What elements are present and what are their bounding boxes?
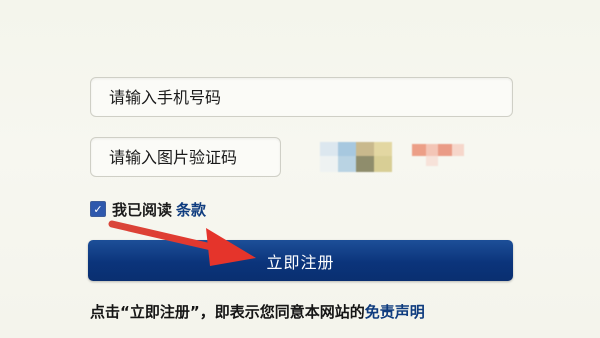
- agree-checkbox[interactable]: ✓: [90, 201, 106, 217]
- captcha-tile: [412, 144, 426, 156]
- register-button-label: 立即注册: [266, 252, 335, 272]
- captcha-tile: [320, 156, 338, 172]
- captcha-tile: [356, 142, 374, 156]
- captcha-tile: [356, 156, 374, 172]
- agree-row: ✓ 我已阅读 条款: [90, 198, 206, 220]
- captcha-tile: [320, 142, 338, 156]
- captcha-tile: [374, 156, 392, 172]
- captcha-field[interactable]: [90, 137, 281, 177]
- captcha-tile: [426, 144, 438, 156]
- phone-field[interactable]: [90, 77, 513, 117]
- terms-link[interactable]: 条款: [176, 199, 206, 220]
- captcha-tile: [452, 144, 464, 156]
- captcha-tile: [338, 142, 356, 156]
- captcha-image[interactable]: [320, 138, 470, 176]
- captcha-tile: [438, 144, 452, 156]
- captcha-tile: [426, 156, 438, 166]
- registration-page: ✓ 我已阅读 条款 立即注册 点击“立即注册”，即表示您同意本网站的免责声明: [0, 0, 600, 338]
- register-button[interactable]: 立即注册: [88, 240, 513, 281]
- disclaimer-link[interactable]: 免责声明: [365, 303, 425, 321]
- register-notice: 点击“立即注册”，即表示您同意本网站的免责声明: [90, 301, 425, 322]
- notice-text: 点击“立即注册”，即表示您同意本网站的: [90, 303, 365, 321]
- captcha-input[interactable]: [91, 138, 280, 176]
- phone-input[interactable]: [91, 78, 512, 116]
- captcha-tile: [338, 156, 356, 172]
- check-icon: ✓: [93, 202, 103, 216]
- captcha-tile: [374, 142, 392, 156]
- agree-text: 我已阅读: [112, 200, 173, 219]
